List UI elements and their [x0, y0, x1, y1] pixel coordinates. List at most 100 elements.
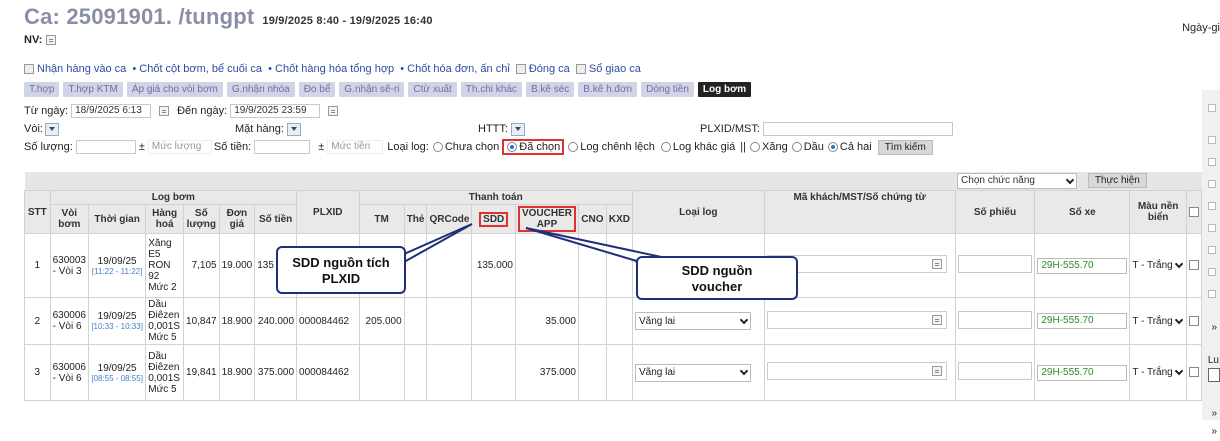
tab-do-be[interactable]: Đo bể	[298, 82, 336, 97]
next-arrow-icon[interactable]: »	[1211, 408, 1217, 419]
link-chot-cot-bom[interactable]: • Chốt cột bơm, bể cuối ca	[132, 63, 262, 75]
link-chot-hang-hoa[interactable]: • Chốt hàng hóa tổng hợp	[268, 63, 394, 75]
link-chot-hoa-don[interactable]: • Chốt hóa đơn, ấn chỉ	[400, 63, 510, 75]
tab-bke-hdon[interactable]: B.kê h.đơn	[578, 82, 638, 97]
link-dong-ca[interactable]: Đóng ca	[529, 63, 570, 75]
radio-log-chenh-lech[interactable]	[568, 142, 579, 152]
list-icon[interactable]	[931, 259, 942, 269]
loai-log-select[interactable]: Vãng lai	[634, 312, 751, 330]
cell-stt: 1	[24, 233, 51, 298]
col-select-all	[1185, 190, 1203, 234]
so-xe-input[interactable]: 29H-555.70	[1037, 257, 1128, 274]
col-so-luong: Số lượng	[183, 204, 220, 234]
cell-select	[1185, 344, 1203, 401]
ma-khach-input[interactable]	[766, 362, 947, 380]
muc-luong-input[interactable]: Mức lượng	[147, 140, 212, 154]
expand-icon[interactable]	[1208, 246, 1216, 254]
expand-icon[interactable]	[1208, 180, 1216, 188]
radio-ca-hai[interactable]	[827, 142, 838, 152]
link-nhan-hang[interactable]: Nhận hàng vào ca	[37, 63, 126, 75]
chevron-down-icon	[1174, 259, 1183, 269]
loai-log-select[interactable]: Vãng lai	[634, 363, 751, 382]
tab-gnhan-seri[interactable]: G.nhận sê-ri	[339, 82, 405, 97]
cell-qrcode	[426, 297, 473, 345]
expand-icon[interactable]	[1208, 104, 1216, 112]
cell-time: [11:22 - 11:22]	[91, 266, 143, 276]
cell-so-phieu	[954, 297, 1036, 345]
so-phieu-input[interactable]	[957, 362, 1032, 380]
table-row[interactable]: 1 630003 - Vòi 3 19/09/25 [11:22 - 11:22]…	[24, 233, 1203, 298]
search-button[interactable]: Tìm kiếm	[877, 139, 933, 155]
expand-icon[interactable]	[1208, 136, 1216, 144]
so-phieu-input[interactable]	[957, 255, 1032, 273]
voi-dropdown[interactable]	[44, 122, 59, 136]
radio-dau[interactable]	[791, 142, 802, 152]
next-arrow-icon[interactable]: »	[1211, 426, 1217, 437]
radio-log-khac-gia[interactable]	[660, 142, 671, 152]
den-ngay-input[interactable]: 19/9/2025 23:59	[230, 104, 321, 118]
expand-icon[interactable]	[1208, 202, 1216, 210]
tu-ngay-input[interactable]: 18/9/2025 6:13	[71, 104, 152, 118]
radio-xang[interactable]	[750, 142, 760, 152]
list-icon[interactable]	[931, 366, 942, 376]
expand-icon[interactable]	[24, 64, 34, 75]
col-thoi-gian: Thời gian	[87, 204, 147, 234]
chon-chuc-nang-select[interactable]: Chọn chức năng	[957, 173, 1078, 189]
so-xe-input[interactable]: 29H-555.70	[1037, 364, 1128, 381]
row-checkbox[interactable]	[1188, 260, 1199, 271]
row-checkbox[interactable]	[1188, 315, 1199, 326]
cell-plxid: 000084462	[296, 344, 360, 401]
expand-icon[interactable]	[1208, 290, 1216, 298]
so-tien-input[interactable]	[254, 140, 311, 154]
list-icon[interactable]	[931, 314, 942, 325]
expand-icon[interactable]	[1208, 268, 1216, 276]
thuc-hien-button[interactable]: Thực hiện	[1087, 173, 1147, 188]
radio-da-chon[interactable]	[507, 142, 518, 153]
tab-bke-sec[interactable]: B.kê séc	[525, 82, 575, 97]
list-icon[interactable]	[46, 35, 57, 46]
cell-time: [08:55 - 08:55]	[91, 373, 143, 383]
tab-thop-ktm[interactable]: T.hợp KTM	[63, 82, 123, 97]
plxid-label: PLXID/MST:	[700, 123, 760, 135]
expand-icon[interactable]	[1208, 158, 1216, 166]
col-don-gia: Đơn giá	[218, 204, 256, 234]
so-luong-input[interactable]	[75, 140, 136, 154]
tab-gnhan-nhoa[interactable]: G.nhận nhóa	[226, 82, 295, 97]
table-row[interactable]: 3 630006 - Vòi 6 19/09/25 [08:55 - 08:55]…	[24, 344, 1203, 401]
table-row[interactable]: 2 630006 - Vòi 6 19/09/25 [10:33 - 10:33]…	[24, 297, 1203, 345]
calendar-icon[interactable]	[328, 106, 339, 116]
mau-nen-select[interactable]: T - Trắng	[1132, 315, 1183, 327]
tab-thop[interactable]: T.hợp	[24, 82, 60, 97]
ma-khach-input[interactable]	[766, 310, 947, 329]
tab-thchi-khac[interactable]: Th.chi khác	[460, 82, 522, 97]
cell-kxd	[605, 297, 633, 345]
plxid-input[interactable]	[762, 122, 953, 136]
mau-nen-select[interactable]: T - Trắng	[1132, 366, 1183, 378]
tab-ctu-xuat[interactable]: Ctừ xuất	[408, 82, 457, 97]
tab-dong-tien[interactable]: Dòng tiền	[641, 82, 694, 97]
httt-dropdown[interactable]	[510, 122, 525, 136]
expand-icon[interactable]	[575, 64, 586, 75]
tab-ap-gia[interactable]: Áp giá cho vòi bơm	[126, 82, 223, 97]
so-xe-input[interactable]: 29H-555.70	[1037, 313, 1128, 329]
row-checkbox[interactable]	[1188, 367, 1199, 378]
tab-log-bom[interactable]: Log bơm	[697, 82, 752, 97]
cell-so-xe: 29H-555.70	[1034, 233, 1131, 298]
radio-chua-chon[interactable]	[432, 142, 443, 152]
cell-plxid: 000084462	[296, 297, 360, 345]
mat-hang-dropdown[interactable]	[286, 122, 301, 136]
radio-xang-label: Xăng	[762, 141, 788, 153]
so-phieu-input[interactable]	[957, 310, 1032, 329]
link-so-giao-ca[interactable]: Sổ giao ca	[589, 63, 641, 75]
expand-icon[interactable]	[515, 64, 526, 75]
side-input[interactable]	[1208, 368, 1220, 382]
loai-log-value: Vãng lai	[638, 315, 676, 327]
select-all-checkbox[interactable]	[1188, 206, 1199, 217]
next-arrow-icon[interactable]: »	[1211, 322, 1217, 333]
expand-icon[interactable]	[1208, 224, 1216, 232]
mau-nen-select[interactable]: T - Trắng	[1132, 259, 1183, 271]
muc-tien-input[interactable]: Mức tiền	[327, 140, 384, 154]
cell-mau-nen: T - Trắng	[1129, 233, 1187, 298]
callout-sdd-voucher: SDD nguồn voucher	[636, 256, 798, 300]
calendar-icon[interactable]	[159, 106, 170, 116]
